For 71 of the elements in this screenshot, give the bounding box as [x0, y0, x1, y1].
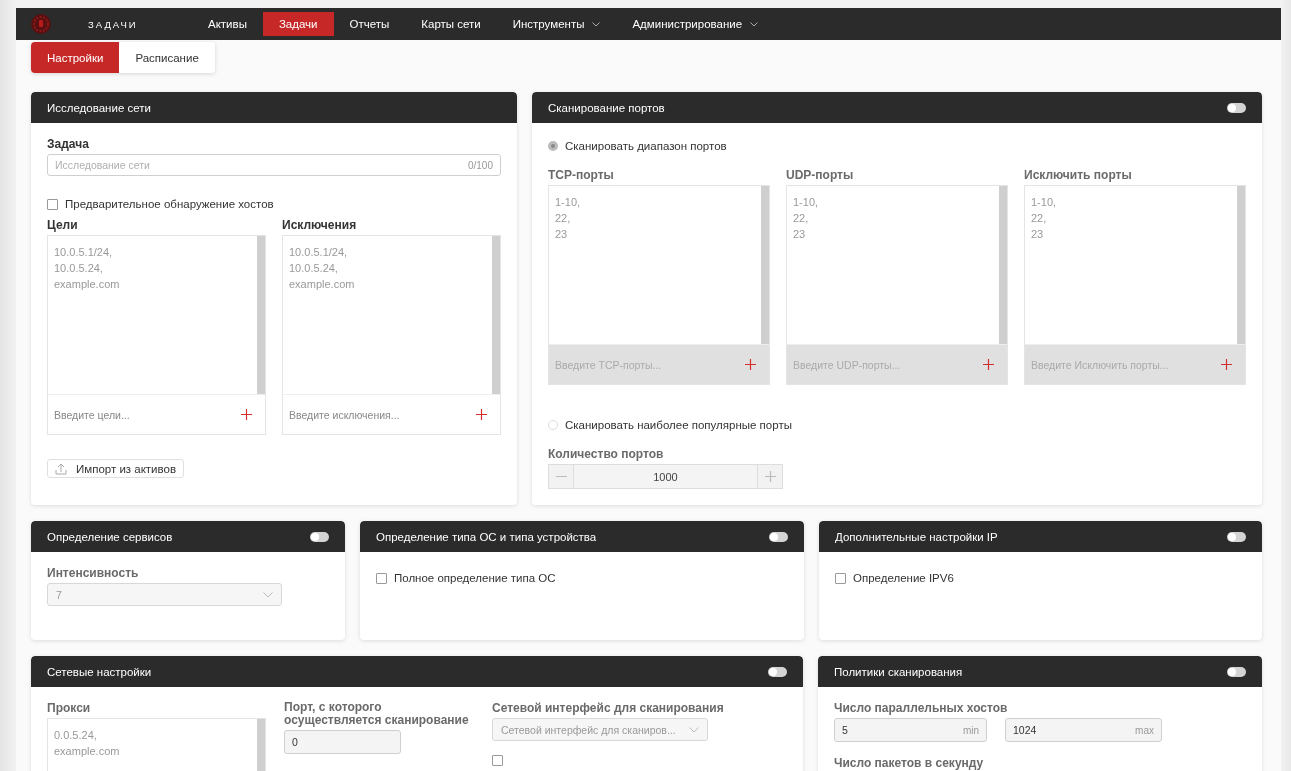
char-counter: 0/100: [467, 159, 493, 171]
checkbox[interactable]: [47, 198, 58, 210]
field-label: Количество портов: [548, 447, 665, 461]
nav-tab[interactable]: Отчеты: [333, 12, 406, 36]
plus-icon: [744, 359, 756, 370]
plus-icon: [240, 409, 252, 420]
field-label: UDP-порты: [786, 168, 855, 182]
tab[interactable]: Расписание: [119, 42, 215, 73]
card-title: Определение сервисов: [47, 530, 173, 543]
card-title: Сканирование портов: [548, 101, 665, 114]
plus-icon: [1220, 359, 1232, 370]
radio-option[interactable]: Сканировать наиболее популярные порты: [548, 419, 1246, 431]
task-name-input[interactable]: Исследование сети: [55, 159, 468, 171]
plus-icon: [764, 471, 776, 482]
unit-label: min: [962, 724, 979, 736]
max-input[interactable]: 1024: [1013, 724, 1136, 736]
field-label: Исключить порты: [1024, 168, 1133, 182]
chevron-down-icon: [689, 726, 699, 733]
card-title: Исследование сети: [47, 101, 151, 114]
card-title: Дополнительные настройки IP: [835, 530, 998, 543]
card-title: Сетевые настройки: [47, 665, 152, 678]
min-field[interactable]: 5 min: [834, 718, 987, 742]
upload-icon: [55, 462, 67, 475]
nav-tab[interactable]: Инструменты: [496, 12, 617, 36]
source-port-input[interactable]: 0: [292, 736, 393, 748]
radio-button[interactable]: [548, 420, 558, 430]
nav-tab[interactable]: Задачи: [262, 12, 334, 36]
field-label: Порт, с которого осуществляется сканирование: [284, 701, 470, 727]
list-box[interactable]: 10.0.5.1/24, 10.0.5.24, example.com Введите цели...: [47, 235, 266, 435]
chevron-down-icon: [263, 591, 273, 598]
plus-icon: [475, 409, 487, 420]
unit-label: max: [1135, 724, 1154, 736]
checkbox[interactable]: [835, 572, 846, 584]
field-label: Число параллельных хостов: [834, 701, 1009, 715]
field-label: TCP-порты: [548, 168, 615, 182]
nav-tab[interactable]: Администрирование: [616, 12, 775, 36]
import-button[interactable]: Импорт из активов: [47, 459, 185, 478]
checkbox[interactable]: [492, 755, 503, 766]
toggle-switch[interactable]: [310, 531, 329, 542]
toggle-switch[interactable]: [1227, 531, 1246, 542]
logo-icon: [30, 13, 52, 35]
source-port-field[interactable]: 0: [284, 730, 401, 754]
increment-button[interactable]: [758, 465, 782, 488]
list-box[interactable]: 10.0.5.1/24, 10.0.5.24, example.com Введите исключения...: [282, 235, 501, 435]
field-label: Интенсивность: [47, 566, 140, 580]
nav-tab[interactable]: Карты сети: [405, 12, 497, 36]
tab[interactable]: Настройки: [31, 42, 120, 73]
toggle-switch[interactable]: [769, 531, 788, 542]
app-title: ЗАДАЧИ: [88, 18, 139, 30]
toggle-switch[interactable]: [768, 666, 787, 677]
field-label: Сетевой интерфейс для сканирования: [492, 701, 725, 715]
radio-button[interactable]: [548, 141, 558, 151]
checkbox-option[interactable]: Предварительное обнаружение хостов: [47, 198, 501, 210]
nav-tab[interactable]: Активы: [192, 12, 263, 36]
toggle-switch[interactable]: [1227, 102, 1246, 113]
field-label: Число пакетов в секунду: [834, 756, 985, 770]
port-count-field[interactable]: 1000: [573, 465, 758, 488]
field-label: Задача: [47, 137, 90, 151]
max-field[interactable]: 1024 max: [1005, 718, 1162, 742]
plus-icon: [982, 359, 994, 370]
field-label: Цели: [47, 218, 79, 232]
field-label: Прокси: [47, 701, 92, 715]
toggle-switch[interactable]: [1227, 666, 1246, 677]
checkbox[interactable]: [376, 572, 387, 584]
min-input[interactable]: 5: [842, 724, 963, 736]
card-title: Политики сканирования: [834, 665, 963, 678]
card-title: Определение типа ОС и типа устройства: [376, 530, 597, 543]
field-label: Исключения: [282, 218, 358, 232]
checkbox-option[interactable]: Определение IPV6: [835, 572, 1246, 584]
radio-option[interactable]: Сканировать диапазон портов: [548, 140, 1246, 152]
checkbox-option[interactable]: Полное определение типа ОС: [376, 572, 788, 584]
